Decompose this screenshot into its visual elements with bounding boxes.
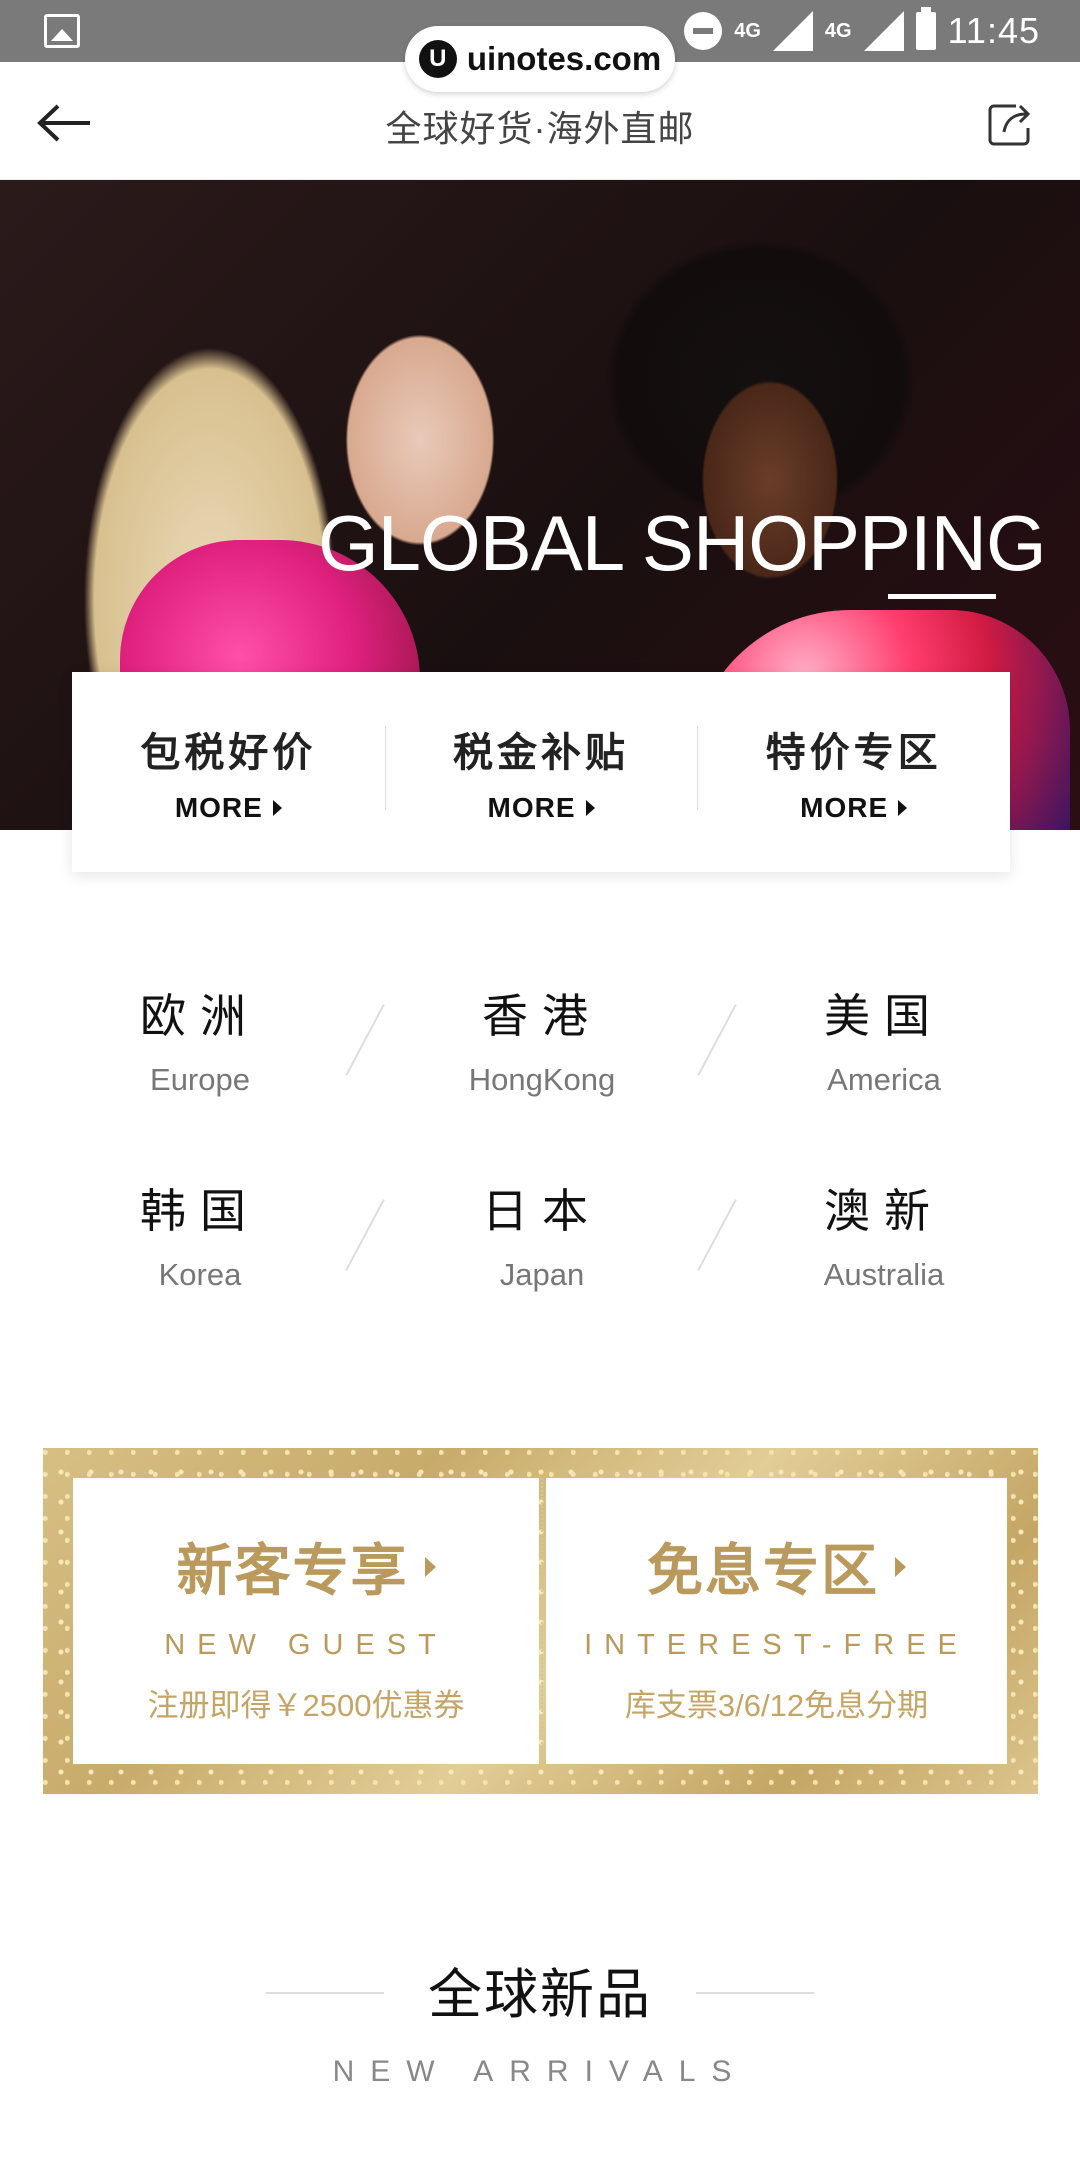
region-grid: 欧洲 Europe 香港 HongKong 美国 America 韩国 Kore… (0, 960, 1080, 1320)
region-name-zh: 澳新 (824, 1185, 944, 1237)
share-icon (988, 104, 1031, 146)
signal-icon (772, 11, 813, 51)
promo-title-text: 新客专享 (176, 1539, 409, 1602)
category-special-offers[interactable]: 特价专区 MORE (697, 720, 1010, 824)
do-not-disturb-icon (684, 12, 723, 50)
more-link[interactable]: MORE (800, 792, 908, 824)
category-title: 税金补贴 (453, 731, 629, 775)
battery-icon (915, 7, 936, 50)
promo-divider (541, 1478, 543, 1764)
watermark-text: uinotes.com (466, 40, 662, 77)
promo-subtitle: INTEREST-FREE (584, 1629, 969, 1661)
region-name-zh: 欧洲 (140, 990, 260, 1042)
region-name-en: Europe (150, 1062, 250, 1097)
region-europe[interactable]: 欧洲 Europe (70, 980, 330, 1098)
heading-line-left (266, 1992, 384, 1994)
divider-slash (345, 1004, 385, 1076)
promo-banner: 新客专享 NEW GUEST 注册即得￥2500优惠券 免息专区 INTERES… (43, 1448, 1038, 1794)
promo-description: 注册即得￥2500优惠券 (147, 1688, 465, 1723)
section-title: 全球新品 (428, 1965, 652, 2025)
region-japan[interactable]: 日本 Japan (412, 1175, 672, 1293)
heading-line-right (696, 1992, 814, 1994)
hero-title: GLOBAL SHOPPING (318, 499, 1047, 587)
promo-new-guest[interactable]: 新客专享 NEW GUEST 注册即得￥2500优惠券 (73, 1478, 539, 1764)
divider-slash (697, 1004, 737, 1076)
category-card: 包税好价 MORE 税金补贴 MORE 特价专区 MORE (72, 672, 1010, 872)
region-name-en: Australia (823, 1257, 945, 1292)
region-america[interactable]: 美国 America (754, 980, 1014, 1098)
triangle-right-icon (895, 1556, 906, 1577)
promo-description: 库支票3/6/12免息分期 (624, 1688, 929, 1723)
promo-interest-free[interactable]: 免息专区 INTEREST-FREE 库支票3/6/12免息分期 (546, 1478, 1007, 1764)
promo-title: 免息专区 (647, 1526, 906, 1607)
category-title: 包税好价 (140, 731, 317, 775)
more-label: MORE (487, 792, 576, 823)
region-korea[interactable]: 韩国 Korea (70, 1175, 330, 1293)
category-tax-included[interactable]: 包税好价 MORE (72, 720, 385, 824)
more-link[interactable]: MORE (175, 792, 282, 824)
promo-title-text: 免息专区 (647, 1539, 879, 1602)
promo-subtitle: NEW GUEST (164, 1629, 448, 1661)
triangle-right-icon (585, 800, 595, 816)
region-australia[interactable]: 澳新 Australia (754, 1175, 1014, 1293)
new-arrivals-section: 全球新品 NEW ARRIVALS (0, 1950, 1080, 2130)
page-title: 全球好货·海外直邮 (385, 108, 695, 149)
signal-icon-2 (863, 11, 904, 51)
promo-title: 新客专享 (177, 1526, 436, 1607)
divider-slash (697, 1199, 737, 1271)
more-link[interactable]: MORE (488, 792, 595, 824)
triangle-right-icon (272, 800, 282, 816)
section-subtitle: NEW ARRIVALS (332, 2055, 748, 2088)
status-icons: 4G 4G 11:45 (684, 0, 1040, 62)
network-label-1: 4G (734, 20, 761, 42)
share-button[interactable] (986, 98, 1036, 148)
triangle-right-icon (898, 800, 908, 816)
divider-slash (345, 1199, 385, 1271)
more-label: MORE (800, 792, 889, 823)
region-name-en: HongKong (468, 1062, 616, 1097)
region-name-en: America (827, 1062, 941, 1097)
region-hongkong[interactable]: 香港 HongKong (412, 980, 672, 1098)
clock: 11:45 (947, 10, 1040, 51)
network-label-2: 4G (824, 20, 852, 42)
triangle-right-icon (424, 1556, 436, 1577)
more-label: MORE (174, 792, 263, 823)
category-tax-subsidy[interactable]: 税金补贴 MORE (384, 720, 698, 824)
watermark: U uinotes.com (405, 26, 675, 92)
region-name-zh: 香港 (482, 990, 602, 1042)
watermark-logo-icon: U (418, 40, 457, 78)
region-name-en: Korea (158, 1257, 242, 1292)
image-notification-icon (44, 14, 80, 48)
region-name-zh: 日本 (482, 1185, 602, 1237)
region-name-zh: 韩国 (140, 1185, 260, 1237)
hero-underline (888, 594, 996, 599)
region-name-zh: 美国 (824, 990, 944, 1042)
region-name-en: Japan (499, 1257, 585, 1292)
category-title: 特价专区 (765, 731, 942, 775)
